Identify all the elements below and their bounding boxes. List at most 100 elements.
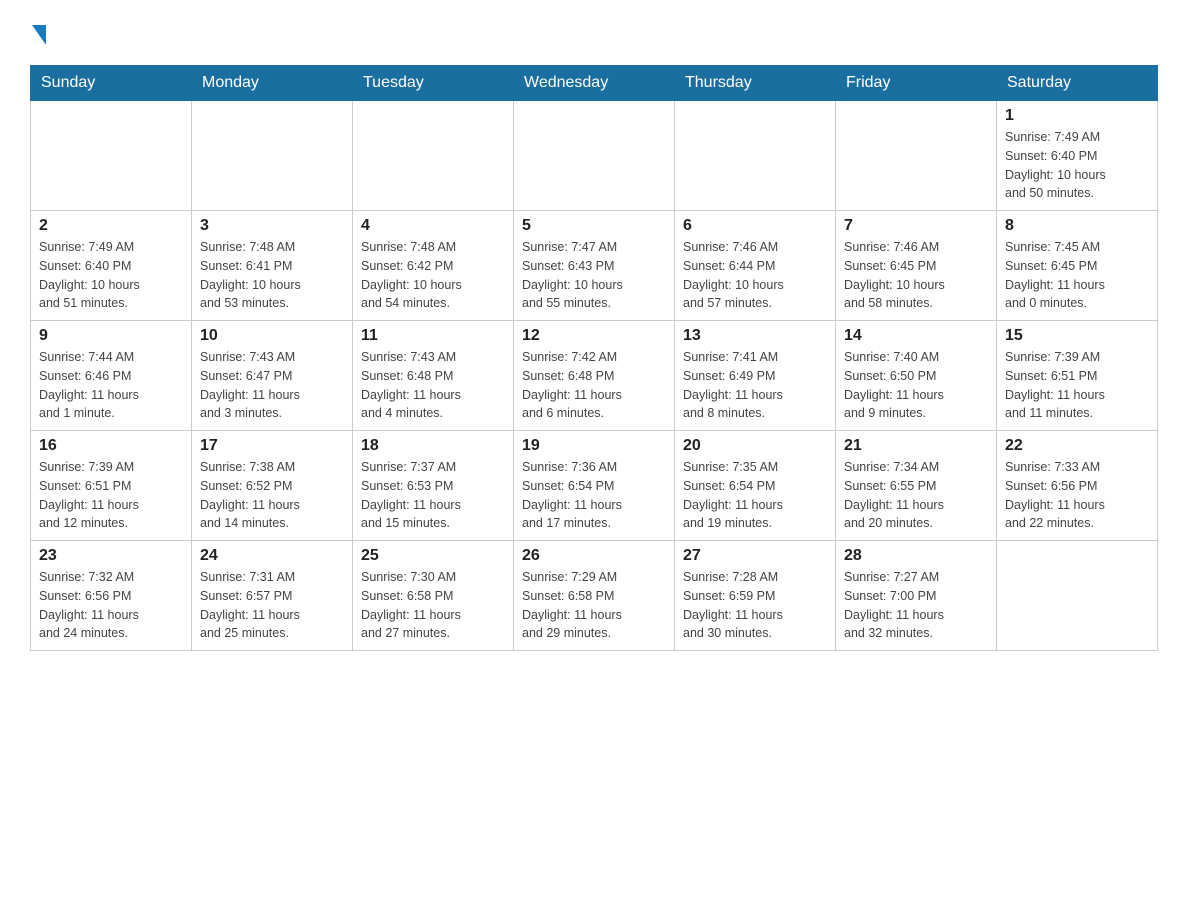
- calendar-cell: 10 Sunrise: 7:43 AM Sunset: 6:47 PM Dayli…: [192, 321, 353, 431]
- day-number: 23: [39, 547, 183, 565]
- calendar-cell: 25 Sunrise: 7:30 AM Sunset: 6:58 PM Dayli…: [353, 541, 514, 651]
- day-number: 25: [361, 547, 505, 565]
- day-info: Sunrise: 7:46 AM Sunset: 6:45 PM Dayligh…: [844, 238, 988, 313]
- week-row: 16 Sunrise: 7:39 AM Sunset: 6:51 PM Dayli…: [31, 431, 1158, 541]
- day-info: Sunrise: 7:43 AM Sunset: 6:47 PM Dayligh…: [200, 348, 344, 423]
- day-info: Sunrise: 7:35 AM Sunset: 6:54 PM Dayligh…: [683, 458, 827, 533]
- day-info: Sunrise: 7:36 AM Sunset: 6:54 PM Dayligh…: [522, 458, 666, 533]
- day-of-week-header: Friday: [836, 66, 997, 101]
- day-number: 9: [39, 327, 183, 345]
- calendar-cell: 5 Sunrise: 7:47 AM Sunset: 6:43 PM Daylig…: [514, 211, 675, 321]
- day-number: 22: [1005, 437, 1149, 455]
- calendar-cell: 21Sunrise: 7:34 AM Sunset: 6:55 PM Dayli…: [836, 431, 997, 541]
- day-number: 12: [522, 327, 666, 345]
- day-info: Sunrise: 7:33 AM Sunset: 6:56 PM Dayligh…: [1005, 458, 1149, 533]
- day-number: 19: [522, 437, 666, 455]
- day-of-week-header: Wednesday: [514, 66, 675, 101]
- day-number: 28: [844, 547, 988, 565]
- day-info: Sunrise: 7:43 AM Sunset: 6:48 PM Dayligh…: [361, 348, 505, 423]
- day-info: Sunrise: 7:39 AM Sunset: 6:51 PM Dayligh…: [1005, 348, 1149, 423]
- calendar-cell: 4 Sunrise: 7:48 AM Sunset: 6:42 PM Daylig…: [353, 211, 514, 321]
- week-row: 9 Sunrise: 7:44 AM Sunset: 6:46 PM Daylig…: [31, 321, 1158, 431]
- calendar-cell: 9 Sunrise: 7:44 AM Sunset: 6:46 PM Daylig…: [31, 321, 192, 431]
- day-info: Sunrise: 7:44 AM Sunset: 6:46 PM Dayligh…: [39, 348, 183, 423]
- day-number: 14: [844, 327, 988, 345]
- day-info: Sunrise: 7:49 AM Sunset: 6:40 PM Dayligh…: [1005, 128, 1149, 203]
- calendar-header-row: SundayMondayTuesdayWednesdayThursdayFrid…: [31, 66, 1158, 101]
- calendar-cell: 16 Sunrise: 7:39 AM Sunset: 6:51 PM Dayli…: [31, 431, 192, 541]
- day-number: 26: [522, 547, 666, 565]
- day-info: Sunrise: 7:32 AM Sunset: 6:56 PM Dayligh…: [39, 568, 183, 643]
- day-of-week-header: Saturday: [997, 66, 1158, 101]
- calendar-cell: 7 Sunrise: 7:46 AM Sunset: 6:45 PM Daylig…: [836, 211, 997, 321]
- day-info: Sunrise: 7:45 AM Sunset: 6:45 PM Dayligh…: [1005, 238, 1149, 313]
- day-info: Sunrise: 7:48 AM Sunset: 6:42 PM Dayligh…: [361, 238, 505, 313]
- week-row: 23 Sunrise: 7:32 AM Sunset: 6:56 PM Dayli…: [31, 541, 1158, 651]
- day-info: Sunrise: 7:41 AM Sunset: 6:49 PM Dayligh…: [683, 348, 827, 423]
- day-number: 27: [683, 547, 827, 565]
- day-number: 16: [39, 437, 183, 455]
- calendar-cell: 26 Sunrise: 7:29 AM Sunset: 6:58 PM Dayli…: [514, 541, 675, 651]
- day-number: 4: [361, 217, 505, 235]
- day-number: 17: [200, 437, 344, 455]
- day-of-week-header: Sunday: [31, 66, 192, 101]
- calendar-cell: [675, 101, 836, 211]
- day-number: 8: [1005, 217, 1149, 235]
- calendar-cell: 15 Sunrise: 7:39 AM Sunset: 6:51 PM Dayli…: [997, 321, 1158, 431]
- day-info: Sunrise: 7:49 AM Sunset: 6:40 PM Dayligh…: [39, 238, 183, 313]
- day-number: 24: [200, 547, 344, 565]
- day-number: 13: [683, 327, 827, 345]
- day-of-week-header: Thursday: [675, 66, 836, 101]
- day-number: 1: [1005, 107, 1149, 125]
- calendar-cell: 27 Sunrise: 7:28 AM Sunset: 6:59 PM Dayli…: [675, 541, 836, 651]
- calendar-cell: 11 Sunrise: 7:43 AM Sunset: 6:48 PM Dayli…: [353, 321, 514, 431]
- calendar-cell: 1 Sunrise: 7:49 AM Sunset: 6:40 PM Daylig…: [997, 101, 1158, 211]
- day-number: 6: [683, 217, 827, 235]
- day-info: Sunrise: 7:38 AM Sunset: 6:52 PM Dayligh…: [200, 458, 344, 533]
- week-row: 2 Sunrise: 7:49 AM Sunset: 6:40 PM Daylig…: [31, 211, 1158, 321]
- day-of-week-header: Monday: [192, 66, 353, 101]
- calendar-cell: 22 Sunrise: 7:33 AM Sunset: 6:56 PM Dayli…: [997, 431, 1158, 541]
- day-info: Sunrise: 7:48 AM Sunset: 6:41 PM Dayligh…: [200, 238, 344, 313]
- day-number: 5: [522, 217, 666, 235]
- day-info: Sunrise: 7:42 AM Sunset: 6:48 PM Dayligh…: [522, 348, 666, 423]
- day-info: Sunrise: 7:37 AM Sunset: 6:53 PM Dayligh…: [361, 458, 505, 533]
- day-info: Sunrise: 7:30 AM Sunset: 6:58 PM Dayligh…: [361, 568, 505, 643]
- day-info: Sunrise: 7:31 AM Sunset: 6:57 PM Dayligh…: [200, 568, 344, 643]
- calendar-cell: [836, 101, 997, 211]
- day-number: 20: [683, 437, 827, 455]
- day-number: 11: [361, 327, 505, 345]
- day-number: 7: [844, 217, 988, 235]
- day-number: 15: [1005, 327, 1149, 345]
- calendar-cell: 8 Sunrise: 7:45 AM Sunset: 6:45 PM Daylig…: [997, 211, 1158, 321]
- calendar-cell: 13 Sunrise: 7:41 AM Sunset: 6:49 PM Dayli…: [675, 321, 836, 431]
- day-number: 18: [361, 437, 505, 455]
- calendar-cell: [192, 101, 353, 211]
- calendar-cell: 23 Sunrise: 7:32 AM Sunset: 6:56 PM Dayli…: [31, 541, 192, 651]
- calendar-cell: 14 Sunrise: 7:40 AM Sunset: 6:50 PM Dayli…: [836, 321, 997, 431]
- calendar-table: SundayMondayTuesdayWednesdayThursdayFrid…: [30, 65, 1158, 651]
- calendar-cell: [514, 101, 675, 211]
- week-row: 1 Sunrise: 7:49 AM Sunset: 6:40 PM Daylig…: [31, 101, 1158, 211]
- day-number: 3: [200, 217, 344, 235]
- day-info: Sunrise: 7:28 AM Sunset: 6:59 PM Dayligh…: [683, 568, 827, 643]
- day-info: Sunrise: 7:29 AM Sunset: 6:58 PM Dayligh…: [522, 568, 666, 643]
- calendar-cell: [353, 101, 514, 211]
- day-info: Sunrise: 7:39 AM Sunset: 6:51 PM Dayligh…: [39, 458, 183, 533]
- page-header: [30, 20, 1158, 45]
- day-info: Sunrise: 7:46 AM Sunset: 6:44 PM Dayligh…: [683, 238, 827, 313]
- calendar-cell: 20 Sunrise: 7:35 AM Sunset: 6:54 PM Dayli…: [675, 431, 836, 541]
- logo: [30, 20, 46, 45]
- day-number: 2: [39, 217, 183, 235]
- calendar-cell: [997, 541, 1158, 651]
- calendar-cell: 24 Sunrise: 7:31 AM Sunset: 6:57 PM Dayli…: [192, 541, 353, 651]
- calendar-cell: 2 Sunrise: 7:49 AM Sunset: 6:40 PM Daylig…: [31, 211, 192, 321]
- day-number: 10: [200, 327, 344, 345]
- calendar-cell: 18 Sunrise: 7:37 AM Sunset: 6:53 PM Dayli…: [353, 431, 514, 541]
- day-info: Sunrise: 7:47 AM Sunset: 6:43 PM Dayligh…: [522, 238, 666, 313]
- calendar-cell: 6 Sunrise: 7:46 AM Sunset: 6:44 PM Daylig…: [675, 211, 836, 321]
- day-info: Sunrise: 7:40 AM Sunset: 6:50 PM Dayligh…: [844, 348, 988, 423]
- calendar-cell: [31, 101, 192, 211]
- day-of-week-header: Tuesday: [353, 66, 514, 101]
- calendar-cell: 12 Sunrise: 7:42 AM Sunset: 6:48 PM Dayli…: [514, 321, 675, 431]
